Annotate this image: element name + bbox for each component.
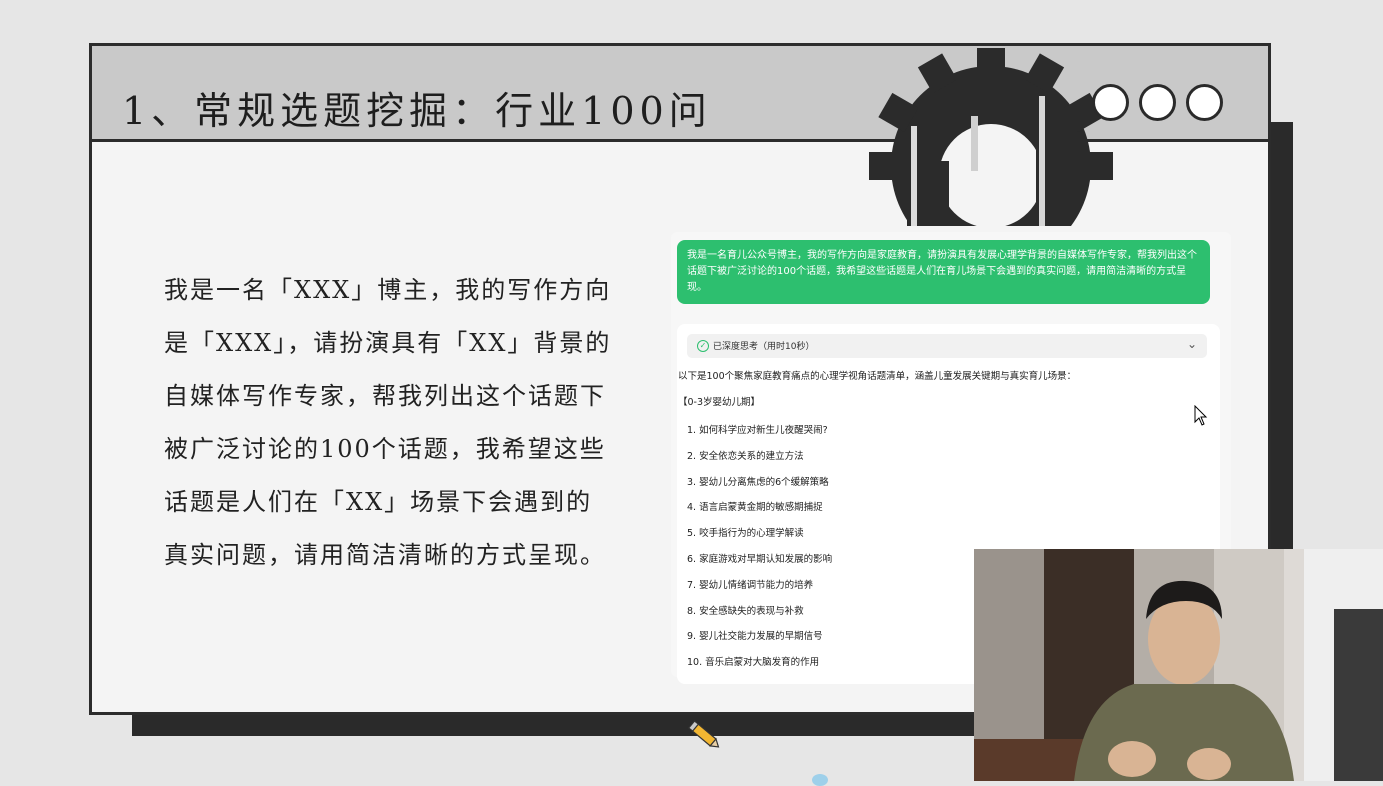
decorative-circles [1092, 84, 1233, 121]
list-item: 7. 婴幼儿情绪调节能力的培养 [687, 579, 814, 591]
chevron-down-icon[interactable]: ⌄ [1187, 337, 1197, 351]
list-item: 3. 婴幼儿分离焦虑的6个缓解策略 [687, 476, 829, 488]
section-title: 【0-3岁婴幼儿期】 [678, 397, 761, 408]
check-circle-icon: ✓ [697, 340, 709, 352]
list-item: 6. 家庭游戏对早期认知发展的影响 [687, 553, 833, 565]
decorative-dot [812, 774, 828, 786]
list-item: 2. 安全依恋关系的建立方法 [687, 450, 804, 462]
user-message-bubble: 我是一名育儿公众号博主，我的写作方向是家庭教育，请扮演具有发展心理学背景的自媒体… [677, 240, 1210, 304]
list-item: 10. 音乐启蒙对大脑发育的作用 [687, 657, 820, 669]
slide-title: 1、常规选题挖掘：行业100问 [122, 89, 712, 133]
gear-factory-illustration [869, 48, 1113, 226]
list-item: 4. 语言启蒙黄金期的敏感期捕捉 [687, 502, 823, 514]
webcam-video-overlay [974, 549, 1383, 781]
pencil-icon [687, 720, 720, 748]
list-item: 1. 如何科学应对新生儿夜醒哭闹? [687, 425, 828, 436]
circle-icon [1092, 84, 1129, 121]
list-item: 5. 咬手指行为的心理学解读 [687, 528, 804, 540]
list-item: 8. 安全感缺失的表现与补救 [687, 605, 804, 617]
list-item: 9. 婴儿社交能力发展的早期信号 [687, 631, 823, 643]
mouse-cursor-icon [1194, 405, 1208, 426]
circle-icon [1186, 84, 1223, 121]
prompt-template-text: 我是一名「XXX」博主，我的写作方向是「XXX」，请扮演具有「XX」背景的自媒体… [164, 276, 612, 569]
topic-list: 1. 如何科学应对新生儿夜醒哭闹? 2. 安全依恋关系的建立方法 3. 婴幼儿分… [687, 422, 832, 680]
thinking-label: 已深度思考（用时10秒） [713, 342, 815, 352]
thinking-toggle[interactable]: ✓ 已深度思考（用时10秒） ⌄ [687, 334, 1207, 358]
answer-intro: 以下是100个聚焦家庭教育痛点的心理学视角话题清单，涵盖儿童发展关键期与真实育儿… [678, 371, 1077, 382]
circle-icon [1139, 84, 1176, 121]
